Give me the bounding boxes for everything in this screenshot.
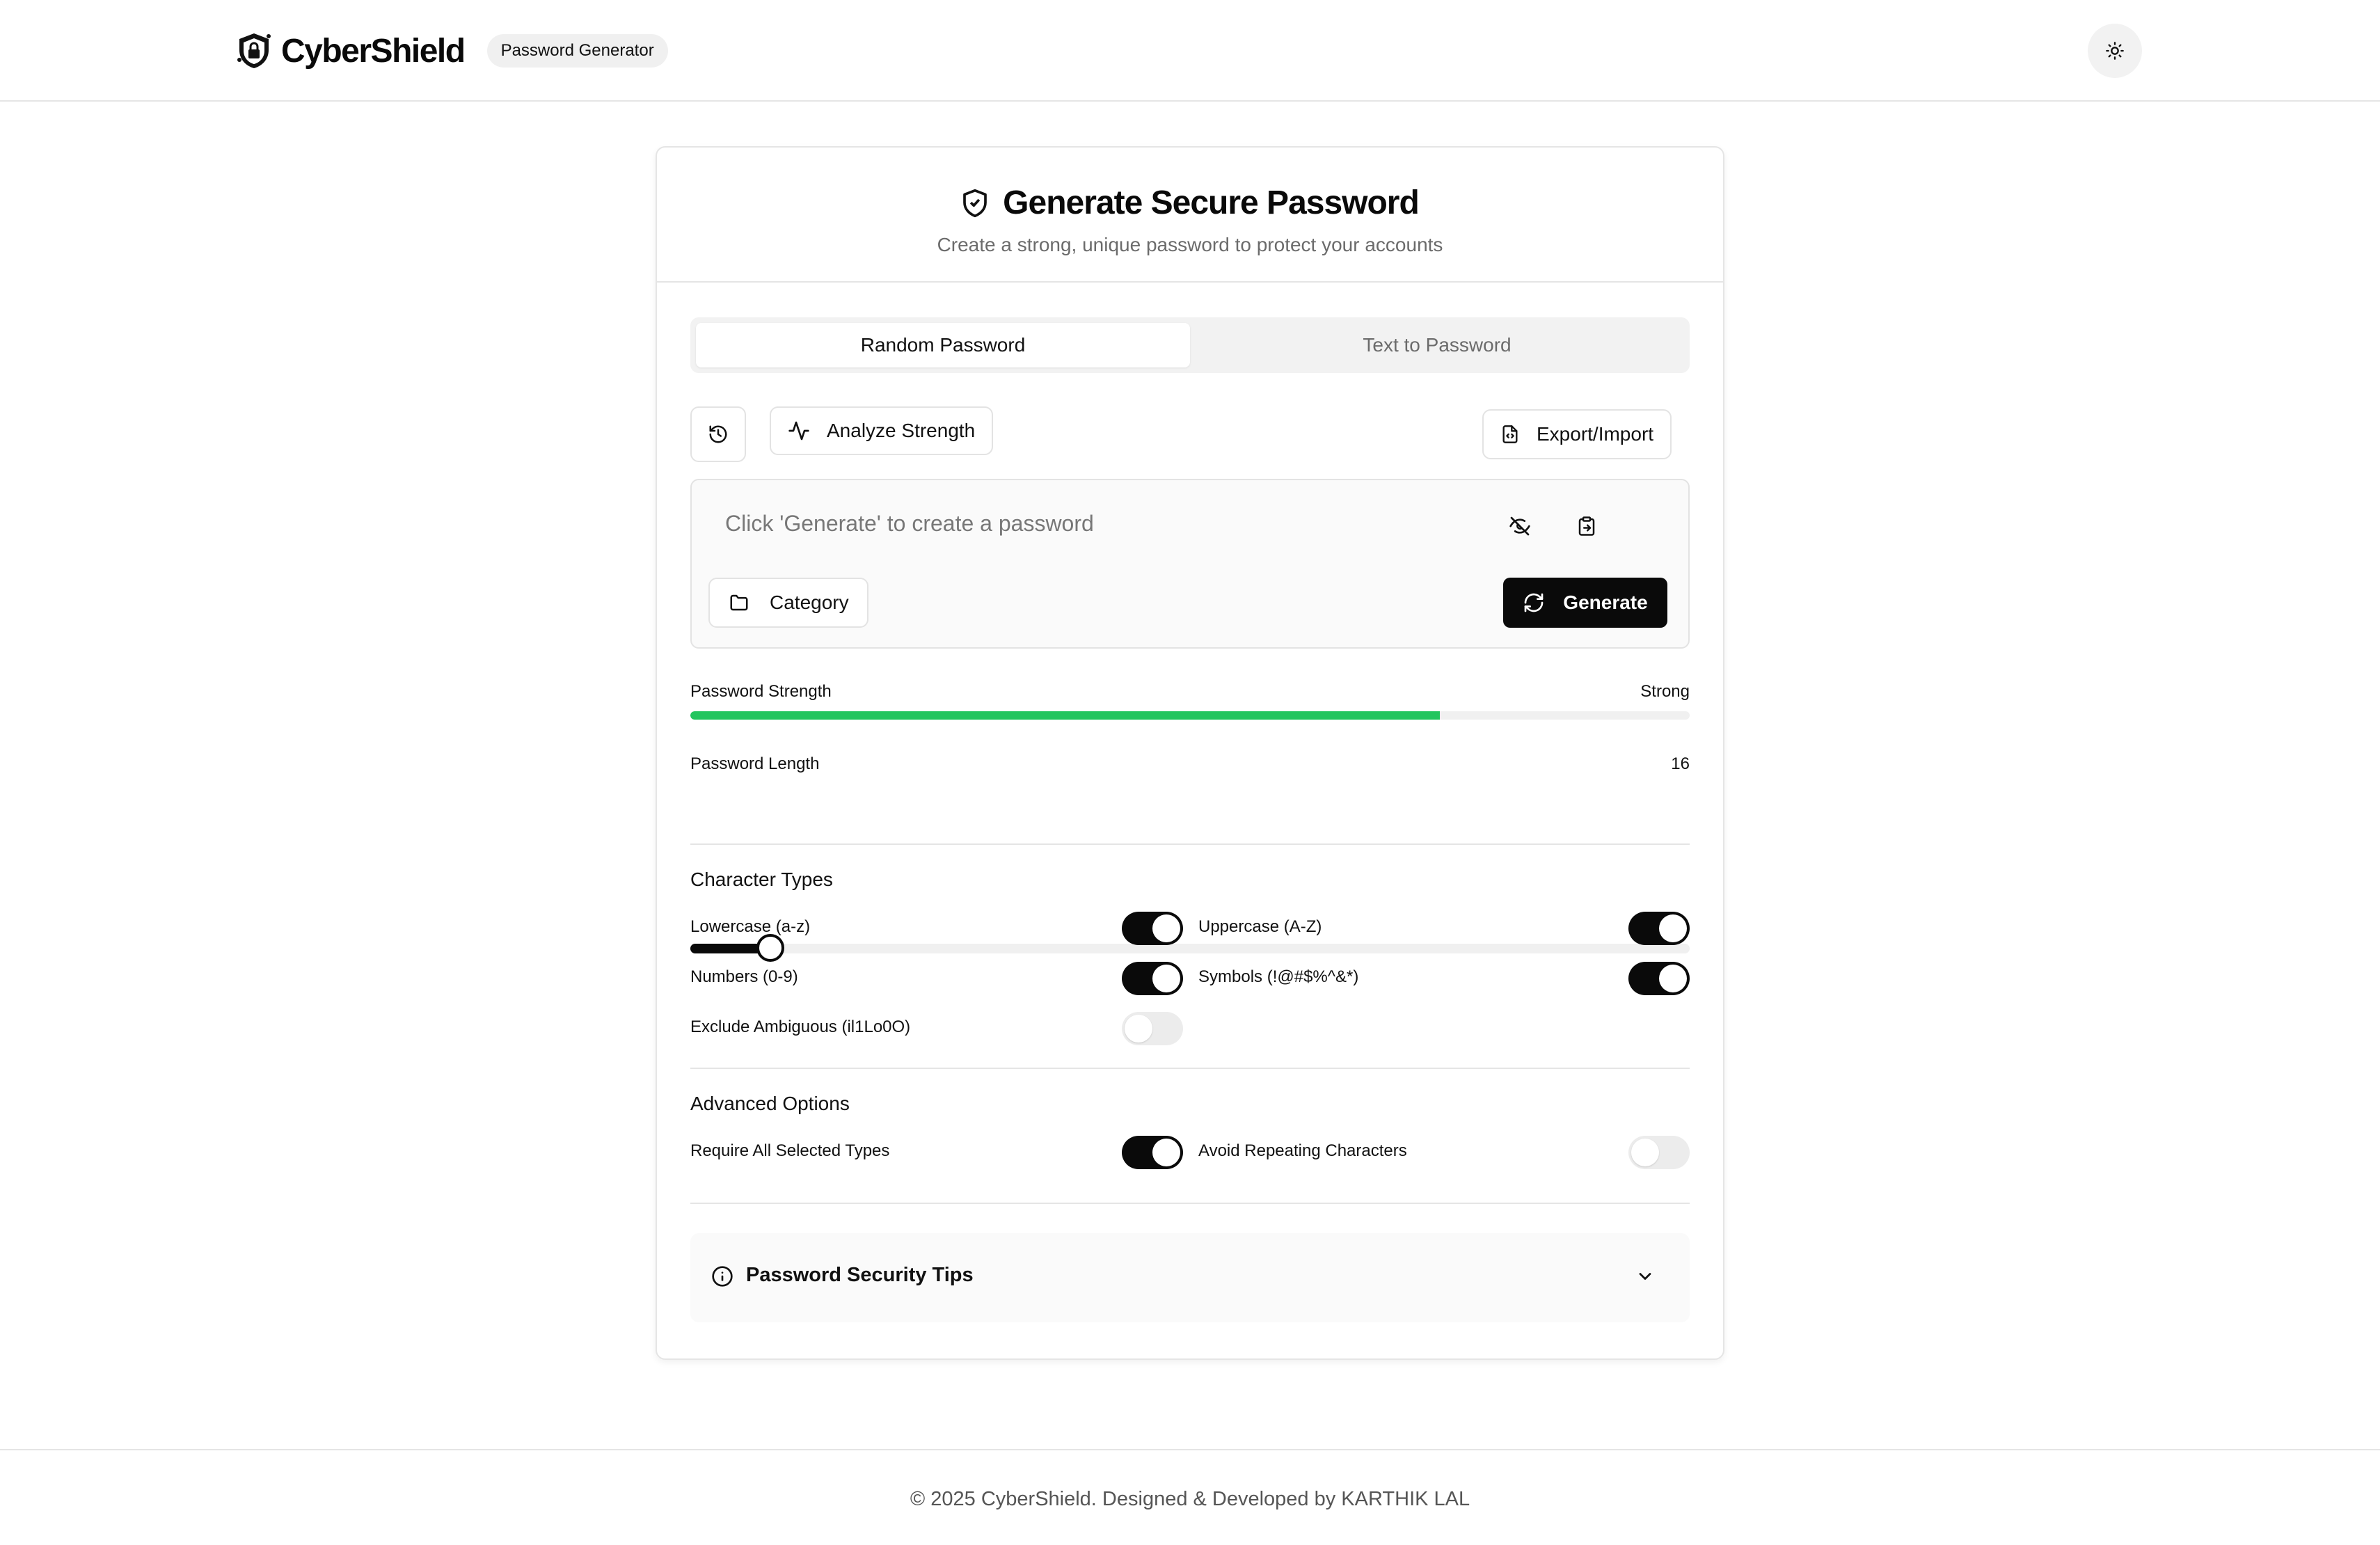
generate-label: Generate bbox=[1563, 592, 1648, 613]
history-button[interactable] bbox=[690, 406, 746, 462]
option-symbols-label: Symbols (!@#$%^&*) bbox=[1198, 967, 1359, 986]
copy-password-button[interactable] bbox=[1573, 512, 1601, 540]
toggle-visibility-button[interactable] bbox=[1506, 512, 1534, 540]
option-numbers-label: Numbers (0-9) bbox=[690, 967, 798, 986]
brand-name: CyberShield bbox=[281, 32, 466, 70]
footer: © 2025 CyberShield. Designed & Developed… bbox=[0, 1449, 2380, 1545]
page-subtitle: Create a strong, unique password to prot… bbox=[937, 234, 1443, 255]
analyze-strength-button[interactable]: Analyze Strength bbox=[770, 406, 994, 455]
clipboard-copy-icon bbox=[1578, 516, 1595, 536]
generator-card: Generate Secure Password Create a strong… bbox=[656, 146, 1724, 1360]
sun-icon bbox=[2106, 42, 2124, 60]
strength-value: Strong bbox=[1640, 682, 1690, 701]
chevron-down-icon bbox=[1639, 1273, 1651, 1280]
toggle-uppercase[interactable] bbox=[1628, 912, 1690, 945]
option-uppercase-label: Uppercase (A-Z) bbox=[1198, 917, 1322, 936]
card-header: Generate Secure Password Create a strong… bbox=[657, 148, 1723, 283]
password-output[interactable]: Click 'Generate' to create a password bbox=[725, 511, 1094, 537]
tab-random-password[interactable]: Random Password bbox=[696, 323, 1190, 367]
page-title: Generate Secure Password bbox=[1003, 184, 1420, 221]
divider bbox=[690, 843, 1690, 845]
toggle-require-all[interactable] bbox=[1122, 1136, 1183, 1169]
length-label: Password Length bbox=[690, 754, 820, 773]
toggle-numbers[interactable] bbox=[1122, 962, 1183, 995]
info-icon bbox=[712, 1266, 733, 1287]
toggle-symbols[interactable] bbox=[1628, 962, 1690, 995]
divider bbox=[690, 1203, 1690, 1204]
folder-icon bbox=[730, 594, 748, 611]
footer-text: © 2025 CyberShield. Designed & Developed… bbox=[910, 1488, 1470, 1510]
divider bbox=[690, 1068, 1690, 1069]
security-tips-title: Password Security Tips bbox=[746, 1264, 974, 1286]
option-require-all-label: Require All Selected Types bbox=[690, 1141, 890, 1160]
length-slider-thumb[interactable] bbox=[756, 934, 784, 962]
generate-button[interactable]: Generate bbox=[1503, 578, 1667, 628]
export-import-button[interactable]: Export/Import bbox=[1482, 409, 1672, 459]
analyze-strength-label: Analyze Strength bbox=[827, 420, 976, 441]
card-title-row: Generate Secure Password bbox=[657, 184, 1723, 222]
category-label: Category bbox=[770, 592, 849, 613]
toggle-exclude-ambiguous[interactable] bbox=[1122, 1012, 1183, 1045]
password-output-panel: Click 'Generate' to create a password Ca… bbox=[690, 479, 1690, 649]
theme-toggle-button[interactable] bbox=[2088, 24, 2142, 78]
shield-icon bbox=[963, 189, 987, 217]
strength-meter bbox=[690, 711, 1690, 720]
mode-tabs: Random Password Text to Password bbox=[690, 317, 1690, 373]
option-avoid-repeating-label: Avoid Repeating Characters bbox=[1198, 1141, 1407, 1160]
length-slider[interactable] bbox=[690, 934, 1690, 962]
length-value: 16 bbox=[1671, 754, 1690, 773]
security-tips-accordion[interactable]: Password Security Tips bbox=[690, 1233, 1690, 1322]
top-bar: CyberShield Password Generator bbox=[0, 0, 2380, 102]
toggle-lowercase[interactable] bbox=[1122, 912, 1183, 945]
option-lowercase-label: Lowercase (a-z) bbox=[690, 917, 811, 936]
export-import-label: Export/Import bbox=[1537, 423, 1654, 445]
eye-off-icon bbox=[1509, 516, 1530, 536]
character-types-heading: Character Types bbox=[690, 869, 833, 890]
strength-meter-fill bbox=[690, 711, 1440, 720]
category-button[interactable]: Category bbox=[708, 578, 868, 628]
history-icon bbox=[709, 425, 727, 443]
toggle-avoid-repeating[interactable] bbox=[1628, 1136, 1690, 1169]
tab-text-to-password[interactable]: Text to Password bbox=[1190, 323, 1684, 367]
file-code-icon bbox=[1502, 425, 1518, 443]
option-exclude-ambiguous-label: Exclude Ambiguous (il1Lo0O) bbox=[690, 1017, 911, 1036]
refresh-icon bbox=[1524, 593, 1544, 612]
brand[interactable]: CyberShield Password Generator bbox=[237, 28, 668, 74]
advanced-options-heading: Advanced Options bbox=[690, 1093, 850, 1114]
strength-label: Password Strength bbox=[690, 682, 832, 701]
page-badge: Password Generator bbox=[486, 34, 668, 68]
activity-icon bbox=[788, 421, 809, 441]
shield-logo-icon bbox=[237, 33, 271, 68]
